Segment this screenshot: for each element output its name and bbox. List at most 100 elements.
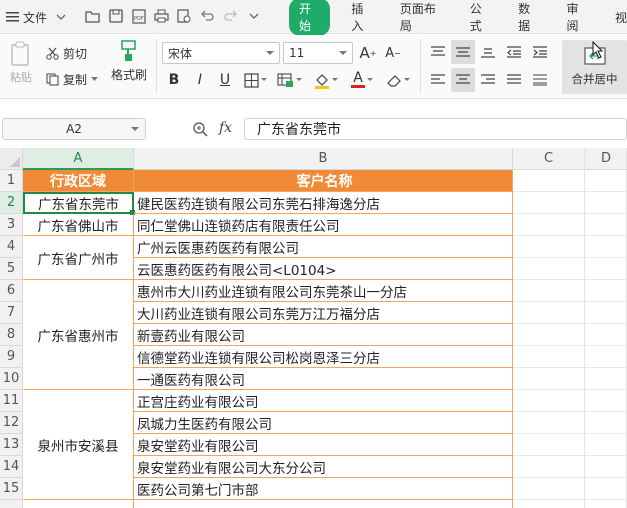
cell-b2-customer[interactable]: 健民医药连锁有限公司东莞石排海逸分店 [134,192,513,214]
row-header-2[interactable]: 2 [0,192,23,214]
cell-a6-region[interactable]: 广东省惠州市 [23,280,134,390]
justify-button[interactable] [503,69,525,91]
chevron-down-icon [339,50,347,55]
fill-color-button[interactable] [311,69,341,91]
row-header-9[interactable]: 9 [0,346,23,368]
cell-b16-empty[interactable] [134,500,513,508]
row-header-13[interactable]: 13 [0,434,23,456]
paint-bucket-icon [315,73,329,89]
row-header-8[interactable]: 8 [0,324,23,346]
cell-a11-region[interactable]: 泉州市安溪县 [23,390,134,500]
row-header-11[interactable]: 11 [0,390,23,412]
row-header-15[interactable]: 15 [0,478,23,500]
border-button[interactable] [241,69,269,91]
zoom-search-icon[interactable] [192,121,208,137]
cell-b4-customer[interactable]: 广州云医惠药医药有限公司 [134,236,513,258]
cell-b6-customer[interactable]: 惠州市大川药业连锁有限公司东莞茶山一分店 [134,280,513,302]
font-name-value: 宋体 [168,46,193,61]
tab-home[interactable]: 开始 [289,0,331,36]
clear-button[interactable] [384,69,412,91]
column-header-d[interactable]: D [585,148,627,170]
tab-formulas[interactable]: 公式 [470,0,491,34]
tab-page-layout[interactable]: 页面布局 [400,0,443,34]
print-preview-icon[interactable] [176,6,193,26]
copy-button[interactable]: 复制 [46,70,99,88]
row-header-1[interactable]: 1 [0,170,23,192]
cell-b12-customer[interactable]: 凤城力生医药有限公司 [134,412,513,434]
align-middle-button[interactable] [451,40,475,64]
cell-b13-customer[interactable]: 泉安堂药业有限公司 [134,434,513,456]
tab-review[interactable]: 审阅 [567,0,588,34]
row-header-12[interactable]: 12 [0,412,23,434]
underline-button[interactable]: U [215,69,235,91]
row-header-4[interactable]: 4 [0,236,23,258]
font-color-button[interactable]: A [348,69,376,91]
column-header-b[interactable]: B [134,148,513,170]
cell-a3-region[interactable]: 广东省佛山市 [23,214,134,236]
font-name-select[interactable]: 宋体 [162,42,280,64]
row-header-3[interactable]: 3 [0,214,23,236]
chevron-down-icon [404,78,410,81]
select-all-corner[interactable] [0,148,23,170]
tab-insert[interactable]: 插入 [351,0,372,34]
cell-b3-customer[interactable]: 同仁堂佛山连锁药店有限责任公司 [134,214,513,236]
header-cell-customer[interactable]: 客户名称 [134,170,513,192]
cut-button[interactable]: 剪切 [46,44,87,62]
row-header-16[interactable] [0,500,23,508]
cell-b14-customer[interactable]: 泉安堂药业有限公司大东分公司 [134,456,513,478]
shrink-font-button[interactable]: A − [383,42,403,64]
bold-button[interactable]: B [164,69,184,91]
cell-b7-customer[interactable]: 大川药业连锁有限公司东莞万江万福分店 [134,302,513,324]
align-left-button[interactable] [427,69,449,91]
cell-b15-customer[interactable]: 医药公司第七门市部 [134,478,513,500]
increase-indent-icon [533,46,547,58]
header-cell-region[interactable]: 行政区域 [23,170,134,192]
tab-data[interactable]: 数据 [518,0,539,34]
file-menu[interactable]: 文件 [6,6,66,28]
row-header-5[interactable]: 5 [0,258,23,280]
italic-button[interactable]: I [190,69,210,91]
undo-icon[interactable] [199,6,216,26]
cell-b9-customer[interactable]: 信德堂药业连锁有限公司松岗恩泽三分店 [134,346,513,368]
cell-b11-customer[interactable]: 正宫庄药业有限公司 [134,390,513,412]
decrease-indent-button[interactable] [503,41,525,63]
cell-b8-customer[interactable]: 新壹药业有限公司 [134,324,513,346]
cell-a4-region[interactable]: 广东省广州市 [23,236,134,280]
fx-button[interactable]: fx [219,120,232,136]
increase-indent-button[interactable] [529,41,551,63]
column-header-a[interactable]: A [23,148,134,170]
align-center-button[interactable] [451,68,475,92]
print-icon[interactable] [153,6,170,26]
distributed-button[interactable] [529,69,551,91]
row-header-14[interactable]: 14 [0,456,23,478]
align-top-button[interactable] [427,41,449,63]
row-header-7[interactable]: 7 [0,302,23,324]
row-header-10[interactable]: 10 [0,368,23,390]
chevron-down-icon [56,14,66,20]
cell-b5-customer[interactable]: 云医惠药医药有限公司<L0104> [134,258,513,280]
open-folder-icon[interactable] [84,6,101,26]
cell-style-button[interactable] [274,69,304,91]
redo-icon[interactable] [222,6,239,26]
ribbon-home: 粘贴 剪切 复制 格式刷 宋体 11 A + A − B I U A 合并居中 [0,35,627,99]
tab-view[interactable]: 视 [615,9,627,26]
formula-input[interactable]: 广东省东莞市 [244,118,627,140]
row-header-6[interactable]: 6 [0,280,23,302]
format-painter-icon [121,40,136,61]
grow-font-button[interactable]: A + [358,42,378,64]
cell-a16-empty[interactable] [23,500,134,508]
cell-a2-region[interactable]: 广东省东莞市 [23,192,134,214]
quick-access-dropdown-icon[interactable] [245,6,262,26]
align-left-icon [431,74,445,84]
name-box[interactable]: A2 [2,118,146,140]
font-size-select[interactable]: 11 [283,42,353,64]
format-painter-button[interactable]: 格式刷 [108,39,150,83]
shrink-font-icon: A [385,45,395,61]
paste-button[interactable]: 粘贴 [4,41,38,85]
export-pdf-icon[interactable]: PDF [130,6,147,26]
align-bottom-button[interactable] [477,41,499,63]
align-right-button[interactable] [477,69,499,91]
save-icon[interactable] [107,6,124,26]
column-header-c[interactable]: C [513,148,585,170]
cell-b10-customer[interactable]: 一通医药有限公司 [134,368,513,390]
